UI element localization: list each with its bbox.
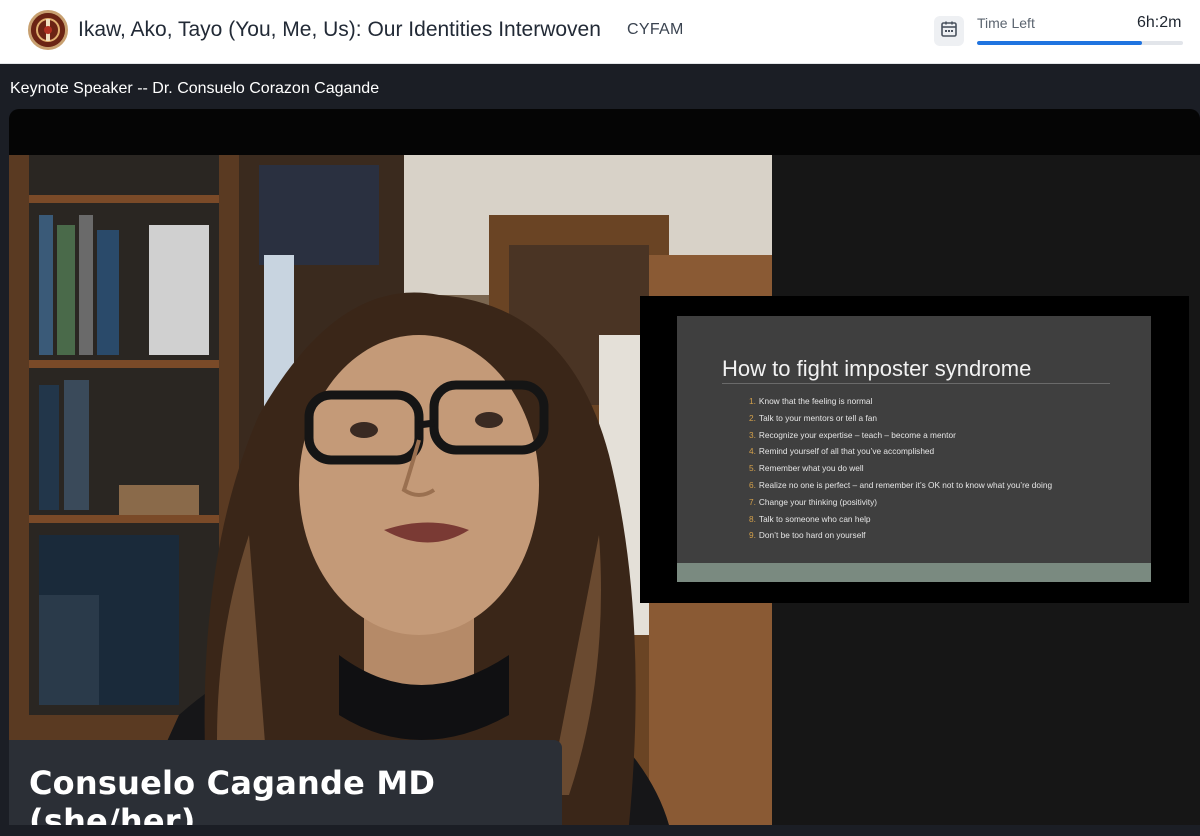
calendar-button[interactable] <box>934 16 964 46</box>
slide-list-item: 2. Talk to your mentors or tell a fan <box>749 412 877 423</box>
presentation-slide: How to fight imposter syndrome 1. Know th… <box>677 316 1151 582</box>
speaker-name-tag: Consuelo Cagande MD (she/her) <box>9 740 562 825</box>
session-title: Keynote Speaker -- Dr. Consuelo Corazon … <box>10 80 380 97</box>
slide-list-item: 9. Don’t be too hard on yourself <box>749 530 866 541</box>
time-left-value: 6h:2m <box>1137 14 1182 31</box>
time-left-label: Time Left <box>977 15 1035 31</box>
slide-list-item: 5. Remember what you do well <box>749 463 864 474</box>
slide-list-item: 7. Change your thinking (positivity) <box>749 496 877 507</box>
video-stage[interactable]: How to fight imposter syndrome 1. Know th… <box>9 109 1200 825</box>
slide-list-item: 4. Remind yourself of all that you’ve acc… <box>749 446 935 457</box>
slide-divider <box>722 383 1110 384</box>
speaker-name: Consuelo Cagande MD (she/her) <box>29 764 436 825</box>
slide-list-item: 1. Know that the feeling is normal <box>749 396 873 406</box>
event-logo[interactable] <box>28 10 68 50</box>
slide-list-item: 6. Realize no one is perfect – and rememb… <box>749 479 1053 490</box>
organization-name: CYFAM <box>627 21 684 38</box>
slide-title: How to fight imposter syndrome <box>722 356 1032 381</box>
time-left-progress-fill <box>977 41 1142 45</box>
slide-list-item: 8. Talk to someone who can help <box>749 513 871 524</box>
slide-bullet-list: 1. Know that the feeling is normal 2. Talk… <box>749 393 1052 544</box>
slide-list-item: 3. Recognize your expertise – teach – bec… <box>749 429 956 440</box>
top-bar: Ikaw, Ako, Tayo (You, Me, Us): Our Ident… <box>0 0 1200 64</box>
event-title: Ikaw, Ako, Tayo (You, Me, Us): Our Ident… <box>78 18 601 41</box>
shared-slide-window[interactable]: How to fight imposter syndrome 1. Know th… <box>640 296 1189 603</box>
time-left-progress <box>977 41 1183 45</box>
slide-footer-bar <box>677 563 1151 582</box>
calendar-icon <box>940 20 958 43</box>
